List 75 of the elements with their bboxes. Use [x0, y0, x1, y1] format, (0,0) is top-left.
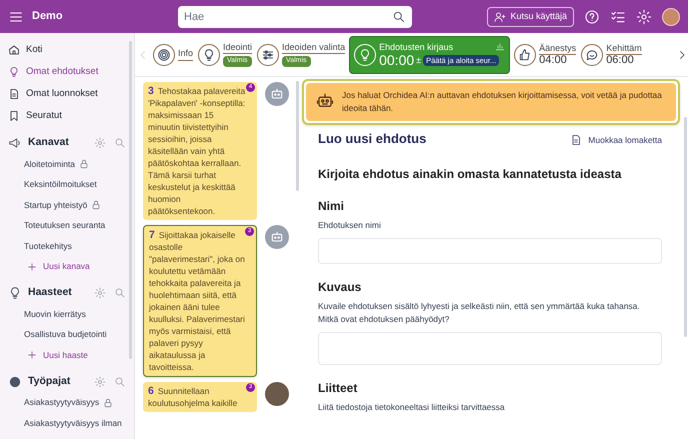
field-help-text: Ehdotuksen nimi — [318, 218, 382, 232]
sidebar-item[interactable]: Keksintöilmoitukset — [0, 174, 134, 195]
form-subtitle: Kirjoita ehdotus ainakin omasta kannatetusta ideasta — [318, 166, 622, 182]
sidebar-item[interactable]: Toteutuksen seuranta — [0, 216, 134, 236]
avatar-photo-placeholder — [265, 382, 289, 406]
field-help-text: Kuvaile ehdotuksen sisältö lyhyesti ja selkeästi niin, että sen ymmärtää kuka tahansa. Mitkä ovat ehdotuksen päähyödyt? — [318, 300, 641, 326]
megaphone-icon — [8, 136, 22, 150]
adjust-time-control[interactable]: ± — [416, 56, 422, 65]
sidebar-item[interactable]: Koti — [0, 39, 134, 61]
section-heading: Työpajat — [28, 374, 72, 389]
thumbs-up-icon — [518, 48, 532, 62]
sidebar-item[interactable]: Tuotekehitys — [0, 236, 134, 256]
phase-step[interactable]: Kehittäm 06:00 — [580, 42, 643, 66]
help-icon[interactable] — [584, 8, 600, 24]
sidebar-item[interactable]: Omat ehdotukset — [0, 61, 134, 83]
edit-form-link[interactable]: Muokkaa lomaketta — [570, 134, 662, 147]
app-title: Demo — [32, 9, 64, 24]
sidebar-item[interactable]: Startup yhteistyö — [0, 195, 134, 216]
phase-name: Ehdotusten kirjaus — [379, 42, 454, 54]
phase-name: Ideoiden valinta — [282, 42, 346, 54]
add-link[interactable]: Uusi haaste — [0, 345, 134, 366]
phase-step[interactable]: Äänestys 04:00 — [513, 42, 578, 66]
sidebar-item[interactable]: Asiakastyytyväisyys — [0, 392, 134, 413]
home-icon — [8, 44, 20, 56]
phase-timer: 04:00 — [539, 55, 567, 66]
add-link[interactable]: Uusi kanava — [0, 256, 134, 277]
document-icon — [8, 88, 20, 100]
form-title: Luo uusi ehdotus — [318, 130, 426, 148]
field-label: Nimi — [318, 198, 346, 214]
search-icon[interactable] — [392, 10, 406, 24]
ai-hint-text: Jos haluat Orchidea AI:n auttavan ehdotuksen kirjoittamisessa, voit vetää ja pudottaa ideoita tähän. — [342, 89, 663, 115]
phase-name: Ideointi — [223, 42, 252, 54]
section-heading: Kanavat — [28, 135, 70, 150]
plus-icon — [27, 350, 37, 360]
lightbulb-icon — [8, 66, 20, 78]
field-label: Kuvaus — [318, 278, 362, 296]
sidebar-item[interactable]: Omat luonnokset — [0, 83, 134, 105]
sliders-icon — [261, 48, 276, 62]
robot-avatar — [265, 82, 289, 106]
sidebar-item[interactable]: Seuratut — [0, 105, 134, 127]
bookmark-icon — [8, 110, 20, 122]
sidebar-item[interactable]: Osallistuva budjetointi — [0, 324, 134, 345]
field-help-text: Liitä tiedostoja tietokoneeltasi liitteiksi tarvittaessa — [318, 400, 506, 414]
phase-timer: 06:00 — [606, 55, 634, 66]
phase-name: Kehittäm — [606, 42, 642, 56]
chart-icon[interactable] — [495, 40, 506, 50]
invite-user-button[interactable]: Kutsu käyttäjä — [487, 6, 574, 26]
sidebar-item[interactable]: Asiakastyytyväisyys ilman — [0, 413, 134, 434]
phase-name: Äänestys — [539, 42, 576, 56]
lock-icon — [91, 200, 102, 210]
circle-icon — [8, 374, 22, 388]
sidebar-item[interactable]: Muovin kierrätys — [0, 304, 134, 324]
name-input-field[interactable] — [318, 238, 662, 264]
section-heading: Haasteet — [28, 285, 73, 300]
sidebar-item[interactable]: Aloitetoiminta — [0, 154, 134, 174]
lock-icon — [79, 159, 90, 170]
robot-avatar — [265, 225, 289, 249]
lightbulb-icon — [8, 286, 22, 300]
field-label: Liitteet — [318, 380, 358, 396]
idea-text: 6 Suunnitellaan koulutusohjelma kaikille — [148, 385, 238, 409]
target-icon — [157, 48, 171, 62]
phase-name: Info — [178, 48, 194, 61]
search-field[interactable]: Hae — [178, 6, 412, 28]
chat-icon — [585, 48, 600, 62]
add-user-icon — [494, 10, 506, 22]
document-icon — [570, 134, 582, 146]
phase-timer: 00:00 — [379, 53, 414, 68]
user-avatar[interactable] — [662, 8, 680, 26]
idea-card[interactable] — [143, 82, 257, 220]
idea-card[interactable] — [143, 225, 257, 377]
idea-text: 7 Sijoittakaa jokaiselle osastolle "palaverimestari", joka on koulutettu vetämään tehokkaita palavereita ja huolehtimaan siitä, että jokainen ääni tulee kuulluksi. Palaverimestari myös varmistaisi, että palaveri pysyy aikataulussa ja tavoitteissa. — [149, 229, 246, 373]
idea-text: 3 Tehostakaa palavereita 'Pikapalaveri' -konseptilla: maksimissaan 15 minuutin tiivistettyihin sessioihin, joissa käsitellään vain yhtä päätöskohtaa kerrallaan. Tämä karsii turhat keskustelut ja keskittää huomion päätöksentekoon. — [148, 85, 246, 217]
robot-icon — [316, 92, 334, 110]
lock-icon — [103, 398, 114, 408]
plus-icon — [27, 262, 37, 272]
